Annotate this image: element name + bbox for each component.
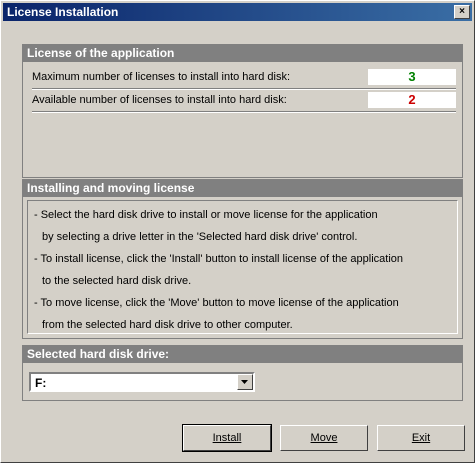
max-licenses-value: 3 — [368, 69, 456, 85]
license-section-header: License of the application — [23, 45, 462, 62]
drive-section-header: Selected hard disk drive: — [23, 346, 462, 363]
window-title: License Installation — [7, 5, 119, 19]
license-section: License of the application Maximum numbe… — [22, 44, 463, 178]
drive-select[interactable]: F: — [29, 372, 255, 392]
max-licenses-label: Maximum number of licenses to install in… — [32, 71, 290, 83]
chevron-down-icon — [241, 380, 248, 384]
drive-select-value: F: — [35, 376, 47, 390]
instruction-line: to the selected hard disk drive. — [42, 275, 192, 287]
move-button[interactable]: Move — [280, 425, 368, 451]
close-icon: × — [459, 6, 465, 17]
row-divider — [32, 111, 456, 113]
install-section-header: Installing and moving license — [23, 180, 462, 197]
install-button[interactable]: Install — [182, 424, 272, 452]
install-instructions-section: Installing and moving license - Select t… — [22, 179, 463, 339]
available-licenses-label: Available number of licenses to install … — [32, 94, 287, 106]
instruction-line: from the selected hard disk drive to oth… — [42, 319, 293, 331]
exit-button[interactable]: Exit — [377, 425, 465, 451]
drive-dropdown-button[interactable] — [237, 374, 253, 390]
close-button[interactable]: × — [454, 5, 470, 19]
instruction-line: - To move license, click the 'Move' butt… — [34, 297, 399, 309]
row-divider — [32, 88, 456, 90]
instructions-box: - Select the hard disk drive to install … — [27, 200, 458, 334]
instruction-line: by selecting a drive letter in the 'Sele… — [42, 231, 358, 243]
drive-section: Selected hard disk drive: F: — [22, 345, 463, 401]
instruction-line: - Select the hard disk drive to install … — [34, 209, 378, 221]
license-installation-window: License Installation × License of the ap… — [0, 0, 475, 463]
title-bar: License Installation × — [3, 3, 472, 21]
available-licenses-value: 2 — [368, 92, 456, 108]
instruction-line: - To install license, click the 'Install… — [34, 253, 404, 265]
